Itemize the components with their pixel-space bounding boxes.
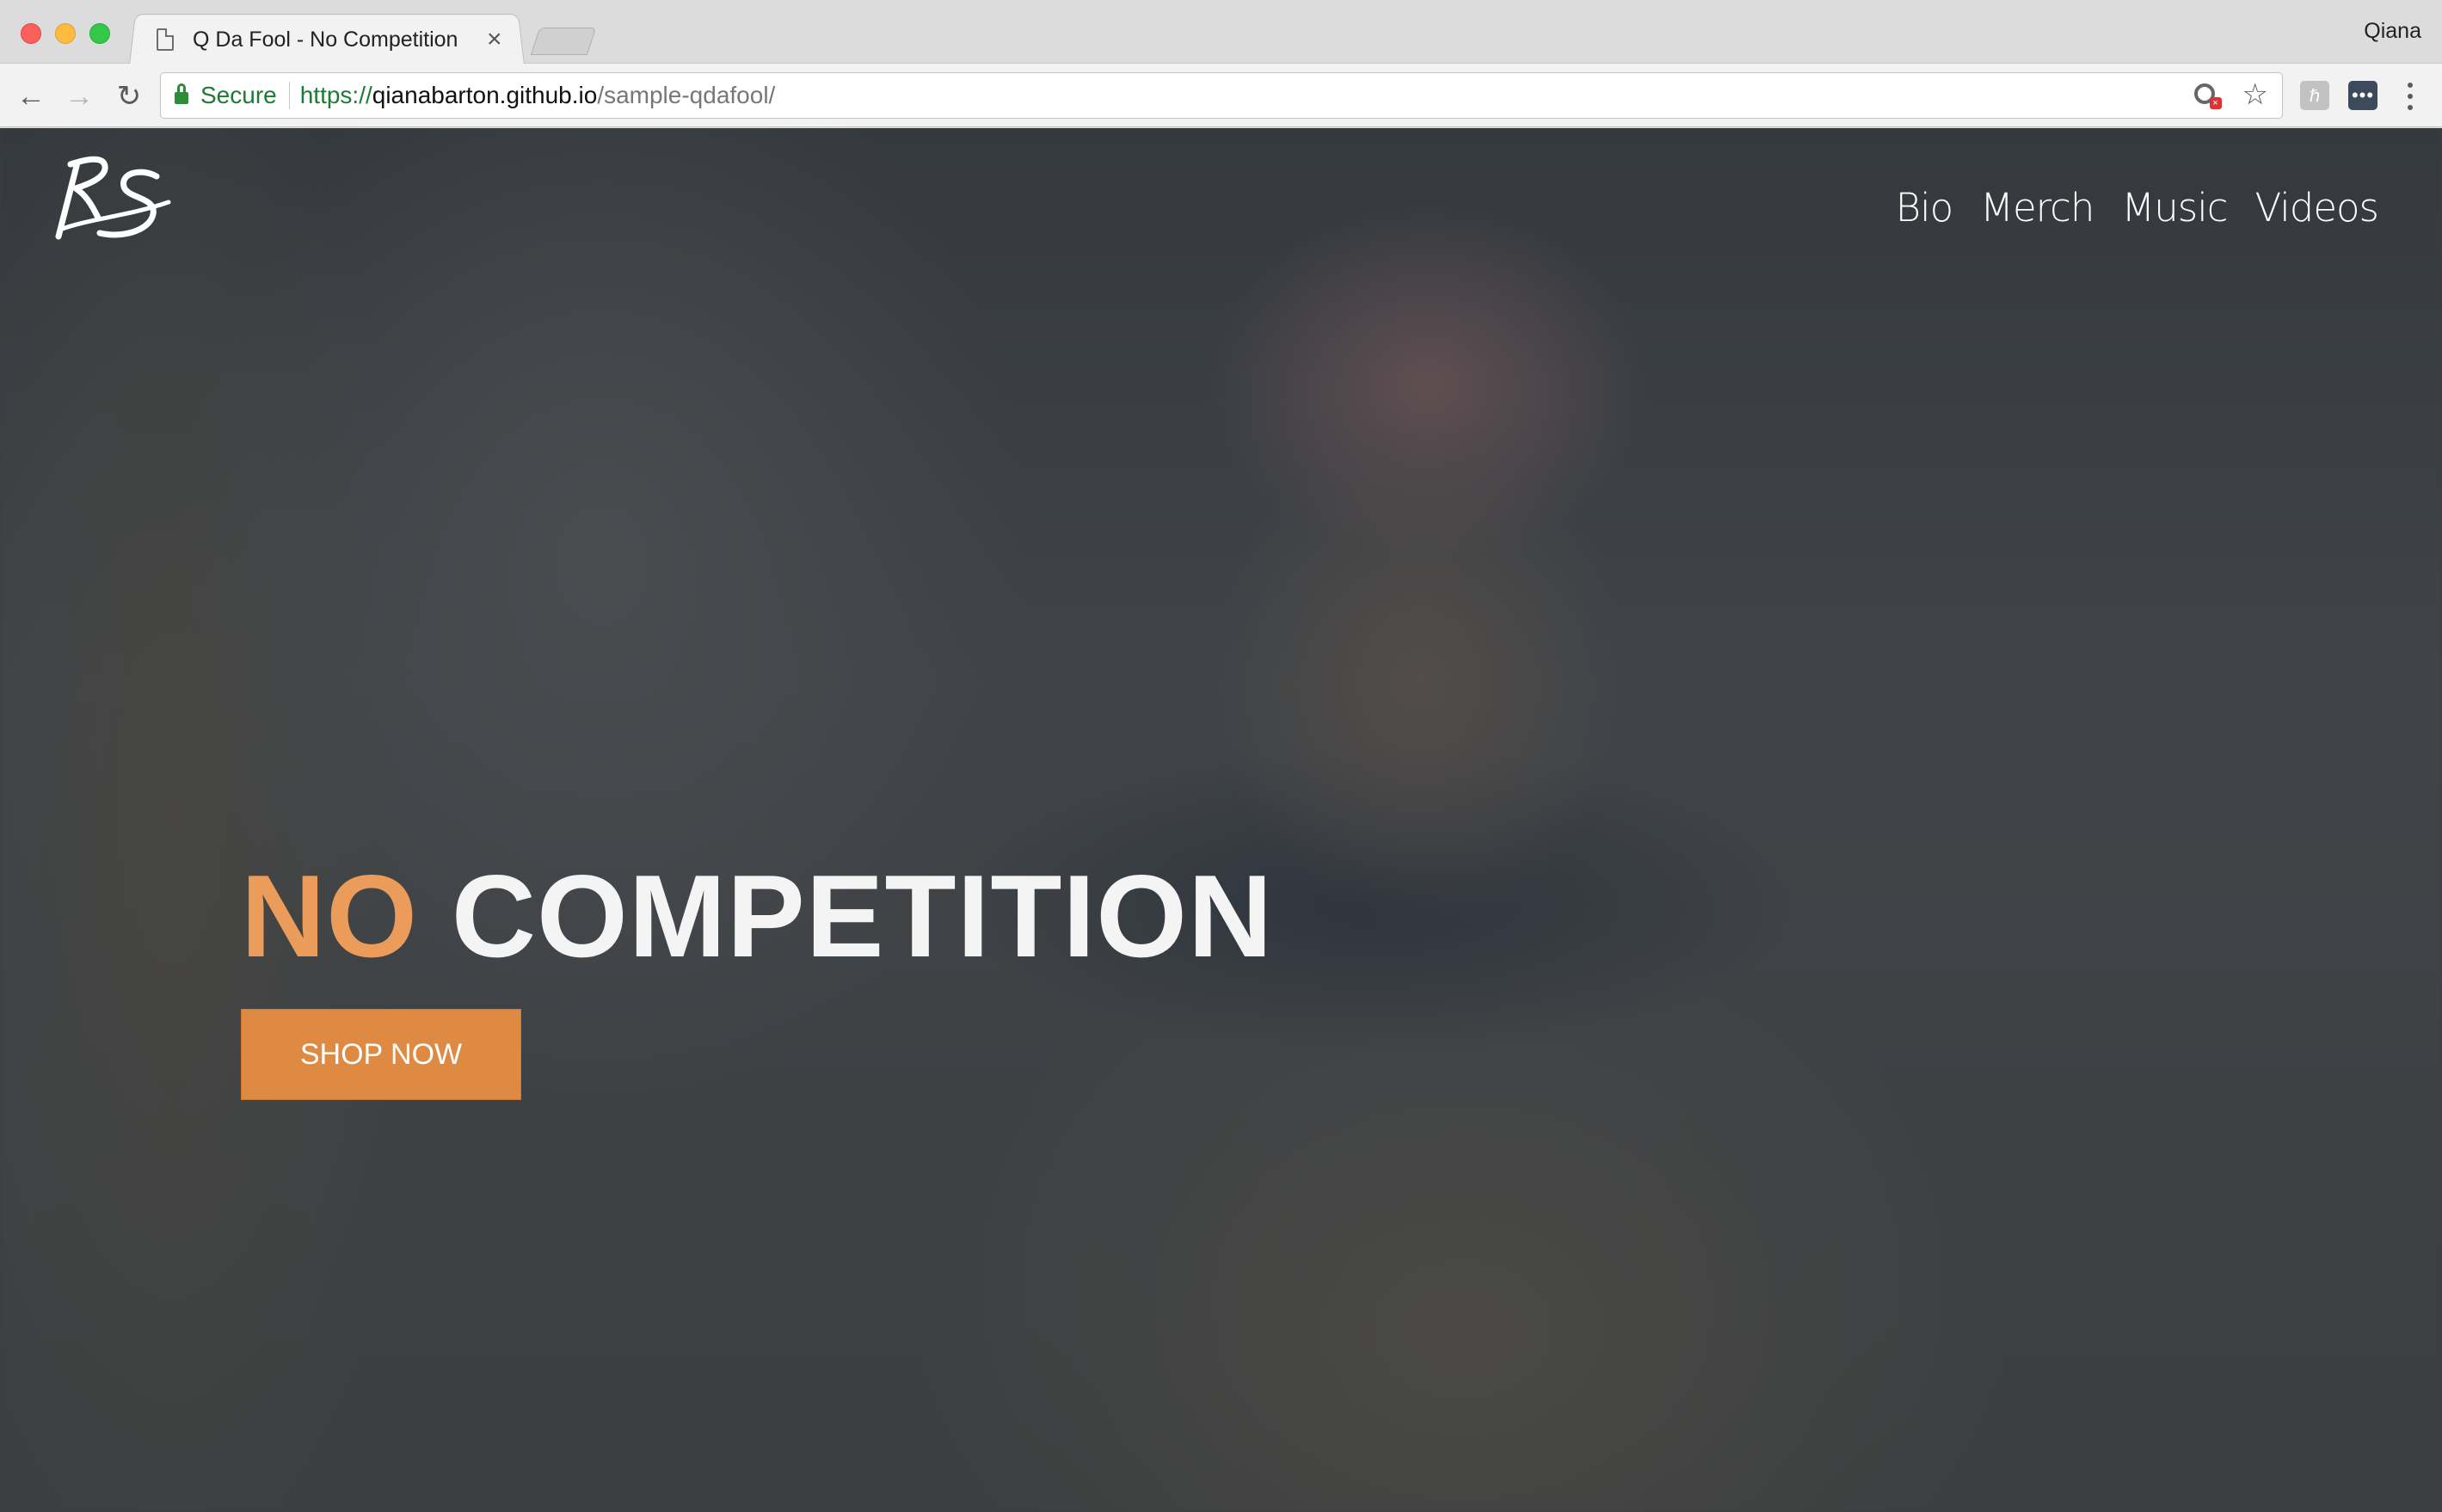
nav-link-music[interactable]: Music (2121, 185, 2228, 230)
nav-link-bio[interactable]: Bio (1896, 185, 1953, 230)
translate-blocked-icon: × (2209, 97, 2222, 109)
site-navigation: Bio Merch Music Videos (1896, 185, 2379, 230)
browser-window: Q Da Fool - No Competition × Qiana ← → ↻… (0, 0, 2442, 1512)
menu-dot (2408, 93, 2413, 99)
tab-close-icon[interactable]: × (487, 27, 502, 52)
forward-arrow-icon[interactable]: → (60, 77, 98, 115)
url-text[interactable]: https://qianabarton.github.io/sample-qda… (300, 82, 776, 109)
secure-label: Secure (200, 82, 277, 108)
url-scheme: https:// (299, 82, 372, 108)
window-close-button[interactable] (21, 23, 41, 44)
browser-titlebar: Q Da Fool - No Competition × Qiana (0, 0, 2442, 65)
url-host: qianabarton.github.io (372, 82, 598, 108)
page-viewport: RS Bio Merch Music Videos NO COMPETITION… (0, 128, 2442, 1512)
site-logo-icon[interactable]: RS (52, 147, 172, 250)
reload-icon[interactable]: ↻ (110, 77, 148, 115)
profile-name[interactable]: Qiana (2364, 19, 2421, 44)
browser-toolbar: ← → ↻ Secure https://qianabarton.github.… (0, 64, 2442, 127)
password-manager-icon[interactable]: ••• (2348, 81, 2377, 110)
nav-link-merch[interactable]: Merch (1980, 185, 2094, 230)
hero-title-rest: COMPETITION (451, 851, 1274, 981)
new-tab-button[interactable] (530, 28, 597, 55)
back-arrow-icon[interactable]: ← (12, 77, 50, 115)
browser-menu-icon[interactable] (2402, 79, 2419, 114)
hero-title-accent: NO (241, 851, 418, 981)
hero-overlay (0, 128, 2442, 1512)
menu-dot (2408, 82, 2413, 88)
translate-icon[interactable]: × (2193, 82, 2222, 109)
hero-title: NO COMPETITION (241, 857, 1273, 974)
omnibox-actions: × ☆ (2193, 80, 2268, 109)
address-bar[interactable]: Secure https://qianabarton.github.io/sam… (160, 72, 2283, 119)
page-favicon-icon (157, 28, 174, 51)
url-path: /sample-qdafool/ (597, 82, 776, 108)
extension-icon[interactable]: ℏ (2300, 81, 2329, 110)
omnibox-divider (288, 82, 290, 109)
menu-dot (2408, 105, 2413, 111)
browser-tab-content: Q Da Fool - No Competition × (151, 19, 521, 60)
shop-now-button[interactable]: SHOP NOW (241, 1009, 521, 1100)
nav-link-videos[interactable]: Videos (2254, 185, 2379, 230)
window-minimize-button[interactable] (55, 23, 76, 44)
window-maximize-button[interactable] (89, 23, 110, 44)
lock-icon (175, 83, 188, 104)
tab-title: Q Da Fool - No Competition (193, 27, 458, 52)
bookmark-star-icon[interactable]: ☆ (2242, 80, 2268, 109)
